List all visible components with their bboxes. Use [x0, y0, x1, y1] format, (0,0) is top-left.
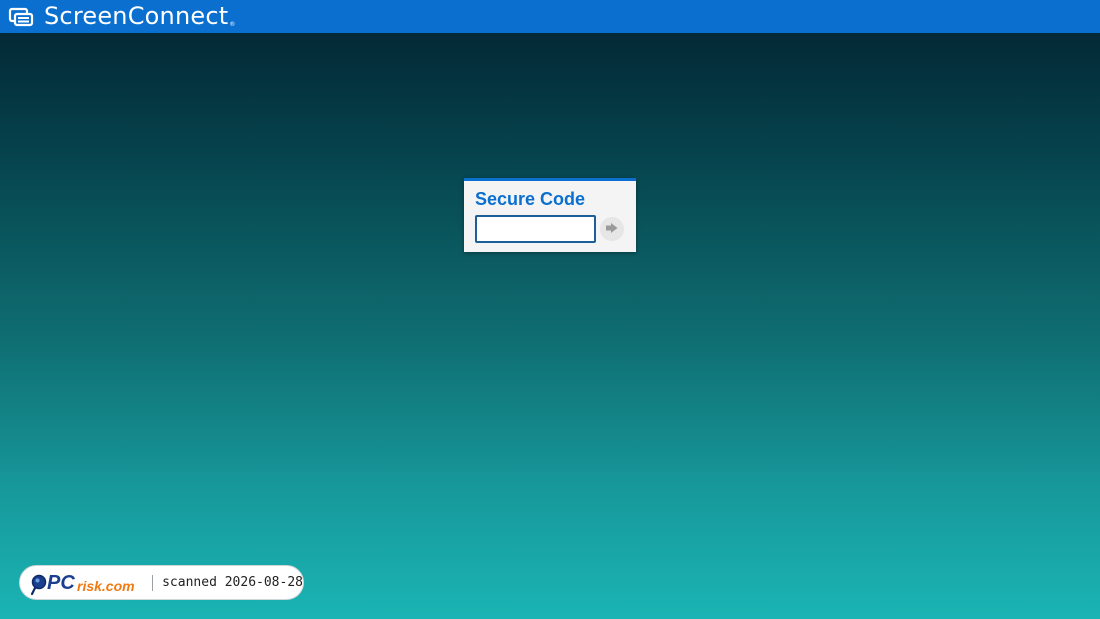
submit-button[interactable]	[600, 217, 624, 241]
top-bar: ScreenConnect®	[0, 0, 1100, 33]
secure-code-panel: Secure Code	[464, 178, 636, 252]
secure-code-input[interactable]	[475, 215, 596, 243]
pcrisk-logo: PC risk.com	[30, 570, 142, 596]
arrow-right-icon	[605, 222, 619, 237]
panel-title: Secure Code	[475, 189, 586, 209]
watermark-text: scanned 2026-08-28	[162, 575, 303, 590]
svg-text:risk.com: risk.com	[77, 578, 135, 594]
brand-name: ScreenConnect®	[44, 2, 236, 30]
svg-text:PC: PC	[47, 572, 75, 594]
pcrisk-watermark: PC risk.com scanned 2026-08-28	[19, 565, 304, 600]
trademark-mark: ®	[229, 21, 236, 28]
screenconnect-logo-icon	[8, 6, 34, 28]
